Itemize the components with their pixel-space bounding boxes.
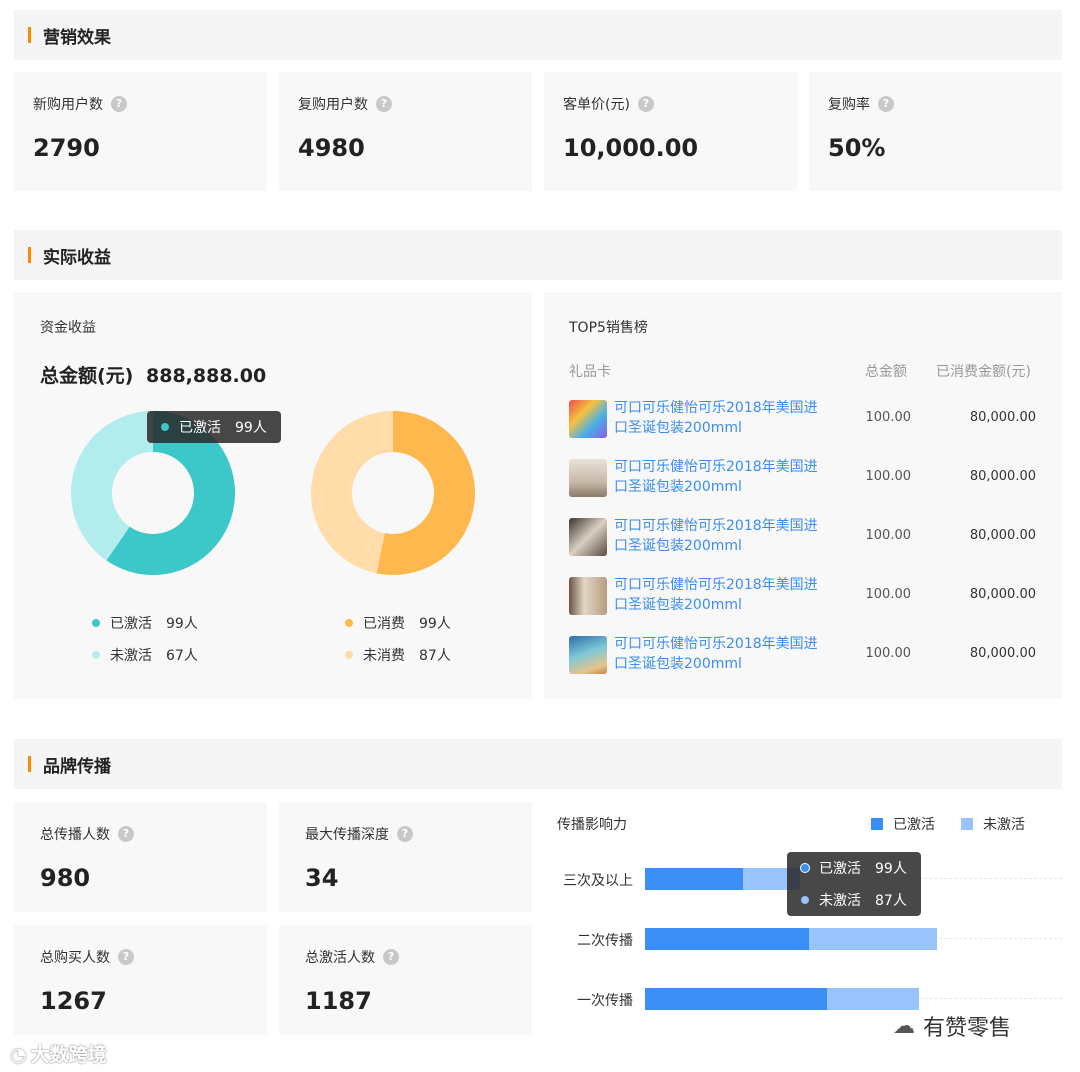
bar-segment[interactable] bbox=[645, 928, 809, 950]
wechat-icon: ☁ bbox=[893, 1013, 915, 1039]
watermark-logo-icon: ◔ bbox=[10, 1044, 27, 1066]
metric-value: 1267 bbox=[40, 987, 107, 1015]
tooltip-value: 99人 bbox=[875, 861, 907, 877]
legend-item[interactable]: 已消费 99人 bbox=[345, 607, 451, 639]
top5-header-spent: 已消费金额(元) bbox=[936, 364, 1031, 380]
product-thumbnail bbox=[569, 577, 607, 615]
tooltip-label: 已激活 bbox=[819, 861, 861, 877]
legend-dot bbox=[801, 896, 809, 904]
watermark-left: ◔ 大数跨境 bbox=[10, 1044, 107, 1066]
top5-title: TOP5销售榜 bbox=[569, 320, 648, 336]
brand-section-header: 品牌传播 bbox=[14, 739, 1062, 789]
category-label: 三次及以上 bbox=[563, 873, 633, 889]
legend-item[interactable]: 未消费 87人 bbox=[345, 639, 451, 671]
legend-dot bbox=[161, 423, 169, 431]
donut2-legend: 已消费 99人 未消费 87人 bbox=[345, 607, 451, 671]
bar-tooltip: 已激活 99人 未激活 87人 bbox=[787, 852, 921, 916]
top5-header-name: 礼品卡 bbox=[569, 364, 611, 380]
product-amount: 100.00 bbox=[865, 587, 912, 602]
chart-legend: 已激活 未激活 bbox=[871, 814, 1025, 834]
product-spent: 80,000.00 bbox=[969, 646, 1036, 661]
legend-item[interactable]: 已激活 99人 bbox=[92, 607, 198, 639]
legend-value: 87人 bbox=[419, 648, 451, 664]
tooltip-label: 未激活 bbox=[819, 893, 861, 909]
metric-card: 总购买人数? 1267 bbox=[14, 925, 267, 1035]
influence-title: 传播影响力 bbox=[557, 817, 627, 833]
tooltip-value: 87人 bbox=[875, 893, 907, 909]
product-thumbnail bbox=[569, 400, 607, 438]
help-icon[interactable]: ? bbox=[383, 949, 399, 965]
consumption-donut[interactable] bbox=[311, 411, 476, 575]
product-name-link[interactable]: 可口可乐健怡可乐2018年美国进口圣诞包装200mml bbox=[614, 516, 824, 556]
legend-label[interactable]: 已激活 bbox=[893, 814, 935, 834]
legend-item[interactable]: 未激活 67人 bbox=[92, 639, 198, 671]
legend-dot bbox=[92, 619, 100, 627]
legend-swatch bbox=[961, 818, 973, 830]
product-amount: 100.00 bbox=[865, 410, 912, 425]
metric-card: 总激活人数? 1187 bbox=[279, 925, 532, 1035]
legend-label: 未激活 bbox=[110, 648, 152, 664]
metric-label: 总激活人数 bbox=[305, 950, 375, 966]
help-icon[interactable]: ? bbox=[118, 949, 134, 965]
legend-label: 已激活 bbox=[110, 616, 152, 632]
top5-header-amount: 总金额 bbox=[865, 364, 907, 380]
help-icon[interactable]: ? bbox=[397, 826, 413, 842]
legend-label: 已消费 bbox=[363, 616, 405, 632]
metric-value: 34 bbox=[305, 864, 339, 892]
product-thumbnail bbox=[569, 518, 607, 556]
section-title: 品牌传播 bbox=[43, 756, 111, 777]
top5-row: 可口可乐健怡可乐2018年美国进口圣诞包装200mml 100.00 80,00… bbox=[569, 457, 1039, 501]
tooltip-label: 已激活 bbox=[179, 420, 221, 436]
legend-value: 99人 bbox=[166, 616, 198, 632]
legend-dot bbox=[92, 651, 100, 659]
product-thumbnail bbox=[569, 636, 607, 674]
bar-segment[interactable] bbox=[826, 988, 920, 1010]
donut-slice[interactable] bbox=[311, 411, 393, 574]
legend-label[interactable]: 未激活 bbox=[983, 814, 1025, 834]
metric-label: 最大传播深度 bbox=[305, 827, 389, 843]
bar-segment[interactable] bbox=[645, 868, 744, 890]
watermark-right: ☁ 有赞零售 bbox=[893, 1013, 1012, 1042]
donut-tooltip: 已激活 99人 bbox=[147, 411, 281, 443]
category-label: 一次传播 bbox=[577, 993, 633, 1009]
tooltip-value: 99人 bbox=[235, 420, 267, 436]
top5-row: 可口可乐健怡可乐2018年美国进口圣诞包装200mml 100.00 80,00… bbox=[569, 634, 1039, 678]
product-name-link[interactable]: 可口可乐健怡可乐2018年美国进口圣诞包装200mml bbox=[614, 398, 824, 438]
top5-row: 可口可乐健怡可乐2018年美国进口圣诞包装200mml 100.00 80,00… bbox=[569, 516, 1039, 560]
legend-value: 67人 bbox=[166, 648, 198, 664]
category-label: 二次传播 bbox=[577, 933, 633, 949]
metric-card: 最大传播深度? 34 bbox=[279, 802, 532, 912]
product-name-link[interactable]: 可口可乐健怡可乐2018年美国进口圣诞包装200mml bbox=[614, 575, 824, 615]
metric-value: 1187 bbox=[305, 987, 372, 1015]
product-thumbnail bbox=[569, 459, 607, 497]
donut1-legend: 已激活 99人 未激活 67人 bbox=[92, 607, 198, 671]
top5-row: 可口可乐健怡可乐2018年美国进口圣诞包装200mml 100.00 80,00… bbox=[569, 398, 1039, 442]
bar-segment[interactable] bbox=[645, 988, 827, 1010]
product-name-link[interactable]: 可口可乐健怡可乐2018年美国进口圣诞包装200mml bbox=[614, 634, 824, 674]
metric-card: 总传播人数? 980 bbox=[14, 802, 267, 912]
product-spent: 80,000.00 bbox=[969, 469, 1036, 484]
legend-dot bbox=[801, 864, 809, 872]
legend-label: 未消费 bbox=[363, 648, 405, 664]
legend-dot bbox=[345, 651, 353, 659]
product-amount: 100.00 bbox=[865, 646, 912, 661]
metric-value: 980 bbox=[40, 864, 91, 892]
legend-dot bbox=[345, 619, 353, 627]
product-amount: 100.00 bbox=[865, 528, 912, 543]
section-marker bbox=[28, 756, 31, 772]
legend-swatch bbox=[871, 818, 883, 830]
product-amount: 100.00 bbox=[865, 469, 912, 484]
product-name-link[interactable]: 可口可乐健怡可乐2018年美国进口圣诞包装200mml bbox=[614, 457, 824, 497]
bar-segment[interactable] bbox=[808, 928, 938, 950]
help-icon[interactable]: ? bbox=[118, 826, 134, 842]
product-spent: 80,000.00 bbox=[969, 410, 1036, 425]
top5-row: 可口可乐健怡可乐2018年美国进口圣诞包装200mml 100.00 80,00… bbox=[569, 575, 1039, 619]
legend-value: 99人 bbox=[419, 616, 451, 632]
product-spent: 80,000.00 bbox=[969, 528, 1036, 543]
metric-label: 总购买人数 bbox=[40, 950, 110, 966]
metric-label: 总传播人数 bbox=[40, 827, 110, 843]
product-spent: 80,000.00 bbox=[969, 587, 1036, 602]
